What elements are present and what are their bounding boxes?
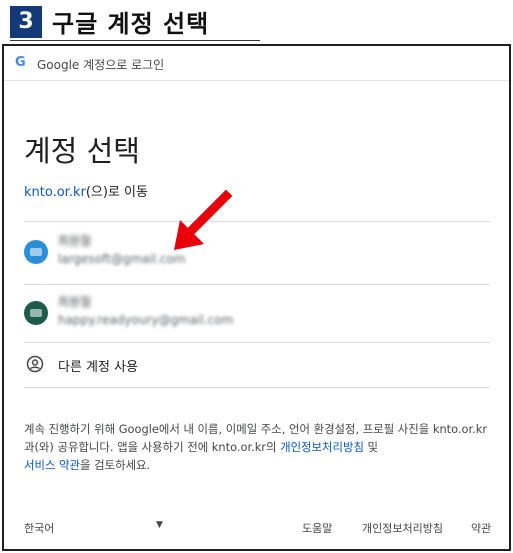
avatar [24, 240, 48, 264]
divider [24, 284, 490, 285]
dialog-topbar: G Google 계정으로 로그인 [4, 46, 509, 81]
dialog-footer: 한국어 ▼ 도움말 개인정보처리방침 약관 [4, 516, 509, 540]
divider [24, 342, 490, 343]
footer-privacy-link[interactable]: 개인정보처리방침 [362, 520, 443, 536]
redirect-domain-link[interactable]: knto.or.kr [24, 185, 86, 200]
dropdown-caret-icon[interactable]: ▼ [156, 520, 163, 530]
footer-help-link[interactable]: 도움말 [302, 520, 332, 536]
footer-terms-link[interactable]: 약관 [471, 520, 491, 536]
disclaimer-text: 계속 진행하기 위해 Google에서 내 이름, 이메일 주소, 언어 환경설… [24, 422, 488, 454]
use-another-account-label: 다른 계정 사용 [58, 360, 139, 375]
google-g-icon: G [15, 55, 26, 70]
red-pointer-arrow [174, 190, 233, 250]
google-signin-dialog: G Google 계정으로 로그인 계정 선택 knto.or.kr(으)로 이… [2, 44, 511, 551]
step-title: 구글 계정 선택 [52, 10, 210, 38]
avatar [24, 301, 48, 325]
account-circle-icon [26, 355, 44, 377]
privacy-policy-link[interactable]: 개인정보처리방침 [280, 440, 364, 454]
consent-disclaimer: 계속 진행하기 위해 Google에서 내 이름, 이메일 주소, 언어 환경설… [24, 420, 494, 474]
account-item[interactable]: 최원철 happy.readyoury@gmail.com [24, 287, 490, 343]
account-name: 최원철 [58, 234, 92, 248]
terms-of-service-link[interactable]: 서비스 약관 [24, 458, 80, 472]
divider [24, 221, 490, 222]
account-item[interactable]: 최원철 largesoft@gmail.com [24, 226, 490, 282]
redirect-suffix: (으)로 이동 [85, 185, 148, 200]
divider [24, 387, 490, 388]
page-title: 계정 선택 [24, 134, 140, 168]
disclaimer-text-end: 을 검토하세요. [80, 458, 151, 472]
account-email: largesoft@gmail.com [58, 252, 186, 266]
step-header: 3 구글 계정 선택 [10, 3, 260, 41]
account-email: happy.readyoury@gmail.com [58, 313, 234, 327]
step-number-badge: 3 [10, 6, 42, 38]
use-another-account-button[interactable]: 다른 계정 사용 [24, 344, 490, 386]
step-underline [10, 40, 260, 41]
account-name: 최원철 [58, 295, 92, 309]
disclaimer-and: 및 [363, 440, 379, 454]
topbar-title: Google 계정으로 로그인 [37, 58, 165, 72]
language-select[interactable]: 한국어 [24, 520, 54, 536]
redirect-note: knto.or.kr(으)로 이동 [24, 181, 148, 200]
